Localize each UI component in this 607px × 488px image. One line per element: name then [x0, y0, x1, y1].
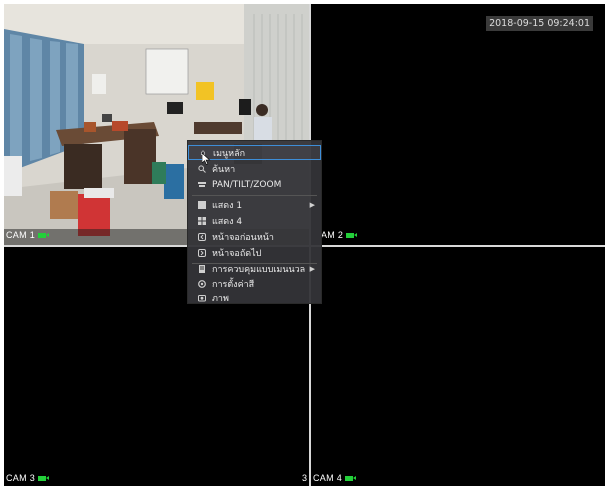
menu-item-image[interactable]: ภาพ	[188, 291, 321, 304]
menu-item-label: ภาพ	[212, 293, 229, 304]
camera-3-label: CAM 3	[6, 473, 50, 483]
camera-3-name: CAM 3	[6, 473, 36, 483]
menu-item-label: PAN/TILT/ZOOM	[212, 179, 282, 190]
camera-4-label: CAM 4	[313, 473, 357, 483]
submenu-arrow-icon: ▶	[309, 264, 315, 273]
menu-item-view-1[interactable]: แสดง 1 ▶	[188, 197, 321, 212]
recording-icon	[38, 475, 50, 481]
ptz-icon	[198, 181, 206, 189]
single-view-icon	[198, 200, 206, 209]
menu-item-previous-screen[interactable]: หน้าจอก่อนหน้า	[188, 229, 321, 244]
camera-2-label: AM 2	[321, 230, 358, 240]
next-screen-icon	[198, 248, 206, 257]
menu-item-label: หน้าจอถัดไป	[212, 248, 262, 259]
camera-1-label: CAM 1	[6, 230, 50, 240]
menu-item-label: การตั้งค่าสี	[212, 279, 255, 290]
color-setting-icon	[198, 279, 206, 288]
recording-icon	[38, 232, 50, 238]
menu-item-label: แสดง 4	[212, 216, 243, 227]
menu-separator	[192, 195, 317, 196]
camera-4-name: CAM 4	[313, 473, 343, 483]
manual-control-icon	[198, 264, 206, 273]
dvr-screen: CAM 1 2018-09-15 09:24:01 AM 2 CAM 3 3 C…	[4, 4, 605, 486]
mouse-cursor-icon	[202, 153, 211, 165]
timestamp: 2018-09-15 09:24:01	[486, 16, 593, 31]
submenu-arrow-icon: ▶	[309, 200, 315, 209]
camera-3-overflow-text: 3	[302, 473, 308, 483]
menu-item-color-setting[interactable]: การตั้งค่าสี	[188, 276, 321, 291]
quad-view-icon	[198, 216, 206, 225]
image-icon	[198, 294, 206, 302]
camera-view-2[interactable]: 2018-09-15 09:24:01 AM 2	[311, 4, 605, 245]
recording-icon	[346, 232, 358, 238]
menu-item-ptz[interactable]: PAN/TILT/ZOOM	[188, 177, 321, 192]
previous-screen-icon	[198, 232, 206, 241]
recording-icon	[345, 475, 357, 481]
menu-item-manual-control[interactable]: การควบคุมแบบเมนนวล ▶	[188, 261, 321, 276]
menu-item-next-screen[interactable]: หน้าจอถัดไป	[188, 245, 321, 260]
search-icon	[198, 164, 206, 173]
menu-item-label: เมนูหลัก	[213, 148, 246, 159]
menu-item-view-4[interactable]: แสดง 4	[188, 213, 321, 228]
camera-view-4[interactable]: CAM 4	[311, 247, 605, 486]
menu-item-label: แสดง 1	[212, 200, 243, 211]
menu-item-label: หน้าจอก่อนหน้า	[212, 232, 274, 243]
camera-2-name: AM 2	[321, 230, 344, 240]
menu-item-label: ค้นหา	[212, 164, 236, 175]
menu-item-label: การควบคุมแบบเมนนวล	[212, 264, 306, 275]
camera-1-name: CAM 1	[6, 230, 36, 240]
